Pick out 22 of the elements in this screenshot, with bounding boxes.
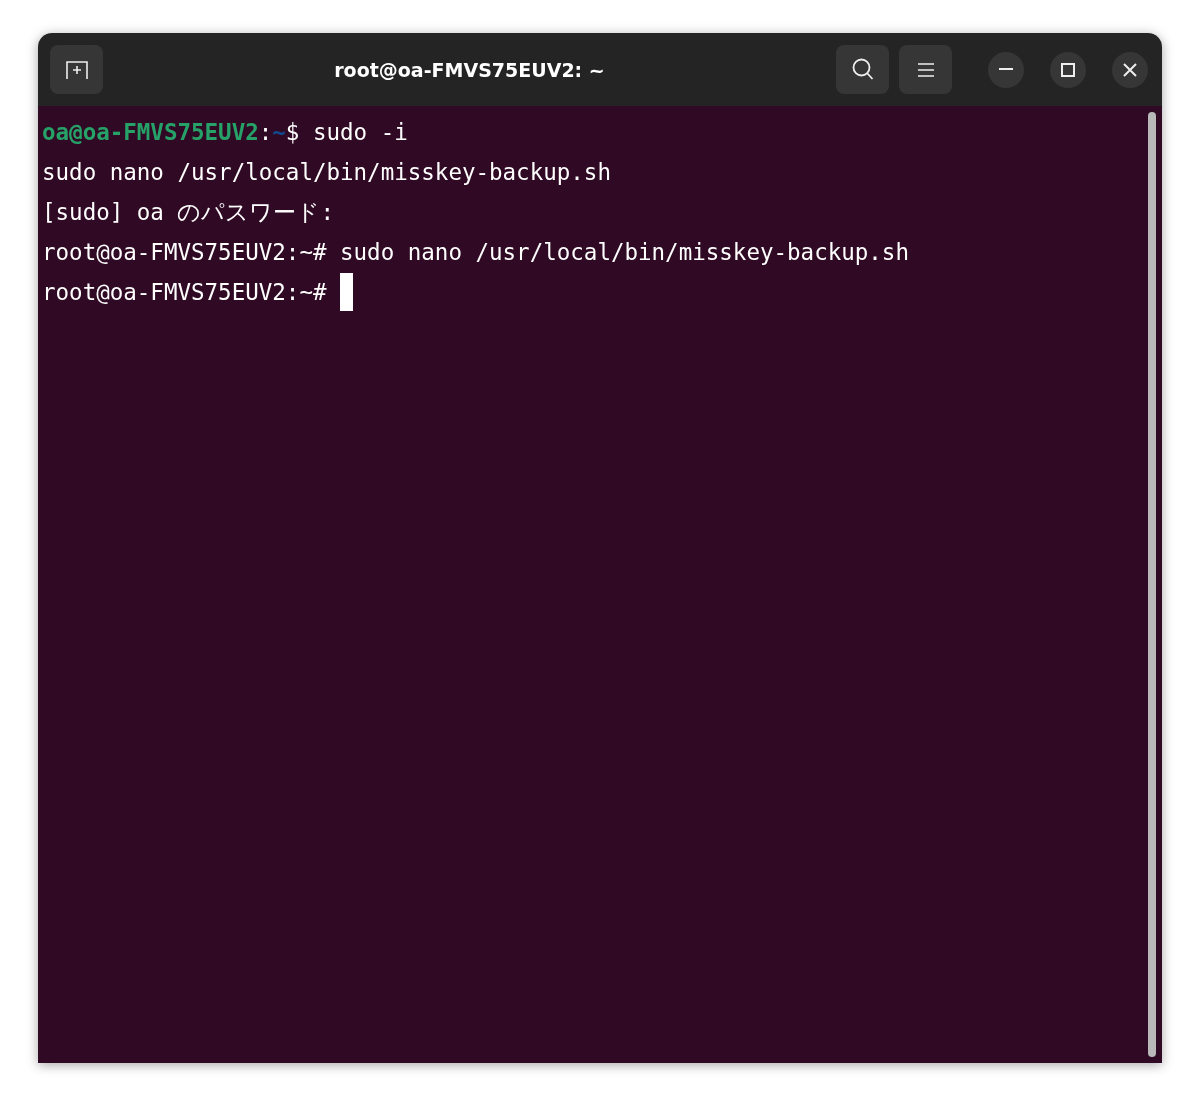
- search-icon: [851, 58, 874, 81]
- terminal-text: sudo nano /usr/local/bin/misskey-backup.sh: [42, 159, 611, 185]
- new-tab-button[interactable]: [50, 45, 103, 94]
- prompt-user: oa@oa-FMVS75EUV2: [42, 119, 259, 145]
- menu-button[interactable]: [899, 45, 952, 94]
- maximize-icon: [1061, 62, 1075, 77]
- close-icon: [1123, 62, 1137, 77]
- window-title: root@oa-FMVS75EUV2: ~: [333, 58, 606, 81]
- new-tab-icon: [64, 58, 89, 81]
- scrollbar[interactable]: [1148, 112, 1156, 1057]
- minimize-button[interactable]: [988, 51, 1024, 88]
- menu-icon: [916, 61, 935, 78]
- terminal-text: root@oa-FMVS75EUV2:~#: [42, 279, 328, 305]
- search-button[interactable]: [836, 45, 889, 94]
- close-button[interactable]: [1112, 51, 1148, 88]
- minimize-icon: [999, 68, 1013, 71]
- terminal-text: :: [258, 119, 273, 145]
- terminal-text: [sudo] oa のパスワード:: [42, 197, 334, 227]
- prompt-path: ~: [272, 119, 286, 145]
- terminal-text: root@oa-FMVS75EUV2:~# sudo nano /usr/local/bin/misskey-backup.sh: [42, 239, 909, 265]
- maximize-button[interactable]: [1050, 51, 1086, 88]
- terminal-text: $ sudo -i: [285, 119, 408, 145]
